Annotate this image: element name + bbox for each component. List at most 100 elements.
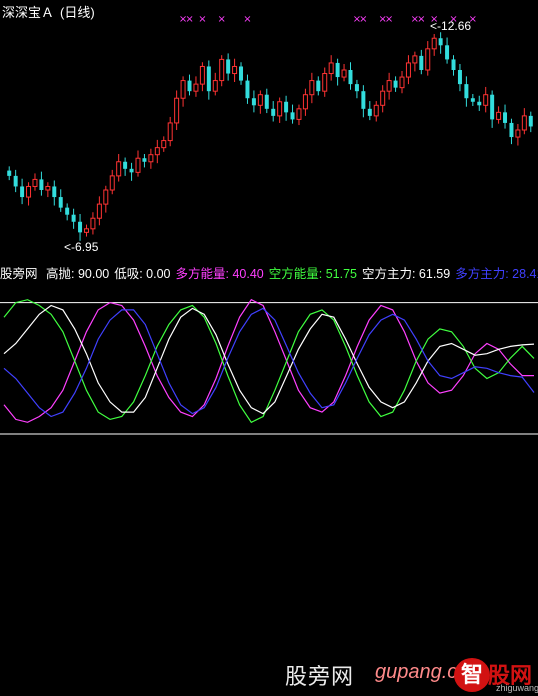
candle-body — [78, 221, 83, 233]
top-marker: × — [417, 14, 425, 25]
indicator-item: 空方能量: 51.75 — [268, 267, 357, 281]
low-price-label: <-6.95 — [64, 240, 99, 254]
candle-body — [405, 62, 411, 78]
candle-body — [245, 80, 250, 99]
high-price-value: 12.66 — [441, 19, 472, 33]
top-marker: × — [185, 14, 193, 25]
candle-body — [13, 175, 18, 187]
candle-body — [109, 175, 115, 191]
candle-body — [116, 161, 122, 177]
site-logo: 智 股网 zhiguwang — [454, 656, 538, 696]
candle-body — [316, 80, 321, 92]
logo-badge: 智 — [454, 658, 490, 692]
candle-body — [528, 115, 533, 127]
candle-body — [393, 80, 398, 88]
candle-body — [174, 97, 180, 124]
indicator-item: 空方主力: 61.59 — [361, 267, 451, 281]
candle-body — [309, 80, 315, 96]
candle-body — [470, 98, 475, 102]
candle-body — [451, 59, 456, 70]
stock-name: 深深宝Ａ — [2, 5, 55, 20]
candle-body — [167, 122, 173, 142]
candle-body — [438, 38, 443, 46]
candle-body — [83, 228, 89, 233]
indicator-item: 高抛: 90.00 — [46, 267, 110, 281]
candle-body — [328, 62, 334, 75]
candle-body — [257, 94, 263, 106]
candle-body — [161, 140, 167, 149]
candle-body — [419, 55, 424, 70]
candle-body — [129, 168, 134, 173]
main-chart-panel[interactable]: × × × × × × × × × × × × × × 深深宝Ａ (日线) <-12.66 <-6.95 — [0, 0, 538, 256]
candle-body — [219, 58, 225, 82]
indicator-panel[interactable]: 股旁网 高抛: 90.00 低吸: 0.00 多方能量: 40.40 空方能量: 51… — [0, 256, 538, 693]
candle-body — [290, 112, 295, 120]
candle-body — [154, 147, 160, 156]
indicator-header: 股旁网 高抛: 90.00 低吸: 0.00 多方能量: 40.40 空方能量: 51… — [0, 263, 538, 282]
candle-body — [322, 73, 328, 92]
candle-body — [7, 170, 12, 176]
candle-body — [412, 55, 418, 64]
top-marker: × — [198, 14, 206, 25]
candle-body — [386, 80, 392, 92]
candle-body — [302, 94, 308, 110]
candle-body — [354, 84, 359, 92]
candle-body — [521, 115, 527, 131]
top-marker: × — [385, 14, 393, 25]
candle-body — [496, 111, 502, 120]
candle-body — [457, 70, 462, 85]
candle-body — [20, 186, 25, 198]
chart-header: 深深宝Ａ (日线) — [2, 2, 101, 21]
candle-body — [380, 90, 386, 106]
candle-body — [509, 122, 514, 138]
candle-body — [335, 62, 340, 78]
watermark-text: 股旁网 — [285, 664, 355, 689]
candle-body — [483, 94, 489, 106]
candle-body — [90, 217, 96, 230]
candle-body — [32, 178, 38, 187]
candle-body — [490, 94, 495, 120]
candle-body — [239, 66, 244, 81]
candle-body — [52, 186, 57, 198]
candle-body — [399, 76, 405, 89]
candle-body — [45, 185, 51, 191]
candle-body — [103, 189, 109, 205]
candle-body — [271, 108, 276, 116]
top-marker: × — [218, 14, 226, 25]
candle-body — [367, 108, 372, 116]
series-line — [3, 304, 535, 415]
candle-body — [193, 83, 199, 92]
candle-body — [180, 80, 186, 99]
chart-period: (日线) — [60, 5, 95, 20]
candle-body — [232, 65, 238, 75]
candle-body — [464, 84, 469, 99]
candle-body — [264, 94, 269, 109]
candle-body — [26, 185, 32, 198]
indicator-name: 股旁网 — [0, 267, 38, 281]
logo-url: zhiguwang — [496, 683, 538, 693]
candle-body — [341, 69, 347, 78]
oscillator-chart[interactable] — [0, 256, 538, 444]
candle-body — [212, 80, 218, 92]
candle-body — [251, 98, 256, 106]
candle-body — [503, 112, 508, 123]
candle-body — [123, 161, 128, 169]
candle-body — [361, 91, 366, 109]
candle-body — [39, 179, 44, 190]
candlestick-chart[interactable]: ×× × × × ×× ×× ×× × × × — [0, 0, 538, 256]
low-price-value: 6.95 — [75, 240, 99, 254]
series-line — [3, 307, 535, 418]
indicator-item: 低吸: 0.00 — [114, 267, 171, 281]
candle-body — [277, 101, 283, 117]
candle-body — [445, 45, 450, 60]
indicator-item: 多方能量: 40.40 — [175, 267, 264, 281]
candle-body — [431, 37, 437, 50]
candle-body — [96, 203, 102, 219]
candle-body — [142, 158, 147, 162]
top-marker: × — [243, 14, 251, 25]
top-marker: × — [359, 14, 367, 25]
candle-body — [148, 154, 154, 163]
candle-body — [348, 70, 353, 85]
candle-body — [373, 104, 379, 117]
candle-body — [226, 59, 231, 74]
